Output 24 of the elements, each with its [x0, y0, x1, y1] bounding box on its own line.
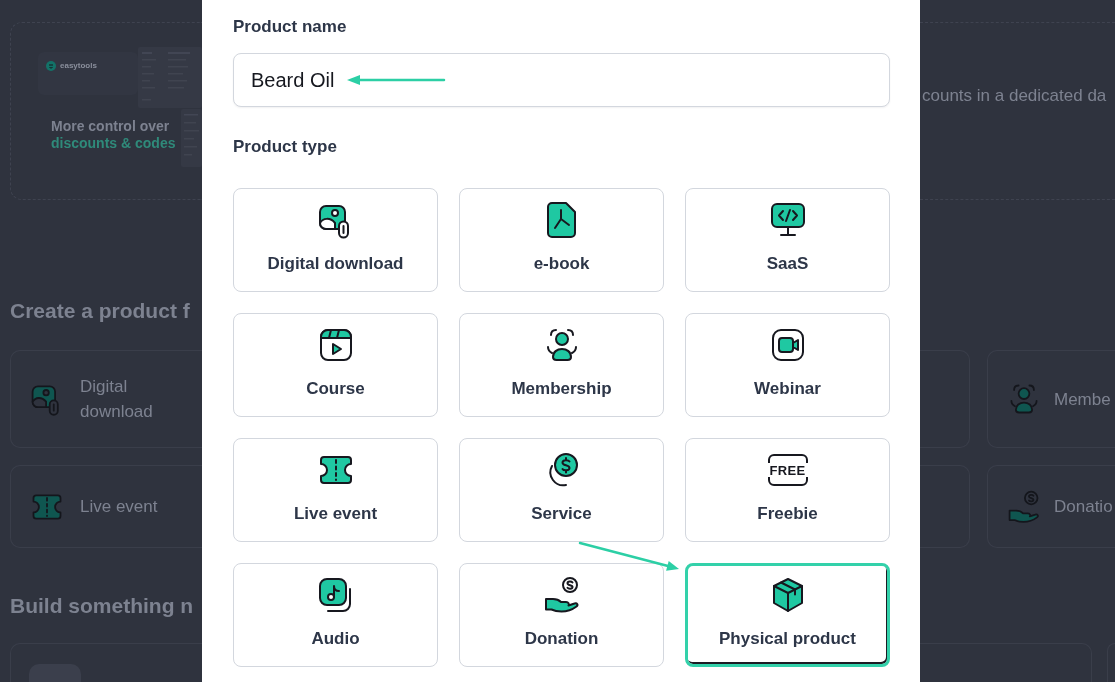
product-name-input[interactable]: Beard Oil — [233, 53, 890, 107]
product-type-card[interactable]: Digital download — [233, 188, 438, 292]
product-type-card[interactable]: SaaS — [685, 188, 890, 292]
product-type-card[interactable]: Donation — [459, 563, 664, 667]
product-type-card[interactable]: Course — [233, 313, 438, 417]
product-type-card[interactable]: Membership — [459, 313, 664, 417]
product-type-card[interactable]: Service — [459, 438, 664, 542]
product-type-card[interactable]: Physical product — [685, 563, 890, 667]
product-type-card[interactable]: Live event — [233, 438, 438, 542]
free-tag-icon: FREE — [767, 454, 808, 486]
field-label: Product name — [233, 17, 347, 37]
promo-text: counts in a dedicated da — [922, 86, 1107, 105]
logo-text: easytools — [60, 61, 97, 71]
section-heading: Create a product f — [10, 298, 191, 324]
field-label: Product type — [233, 137, 337, 157]
section-heading: Build something n — [10, 593, 195, 619]
promo-highlight: discounts & codes — [51, 135, 176, 152]
product-type-card[interactable]: Audio — [233, 563, 438, 667]
product-type-card[interactable]: Webinar — [685, 313, 890, 417]
product-type-card[interactable]: FREE Freebie — [685, 438, 890, 542]
promo-title: More control over — [51, 118, 171, 135]
product-type-card[interactable]: e-book — [459, 188, 664, 292]
logo-icon — [46, 61, 56, 71]
hand-coin-icon — [1006, 488, 1042, 525]
